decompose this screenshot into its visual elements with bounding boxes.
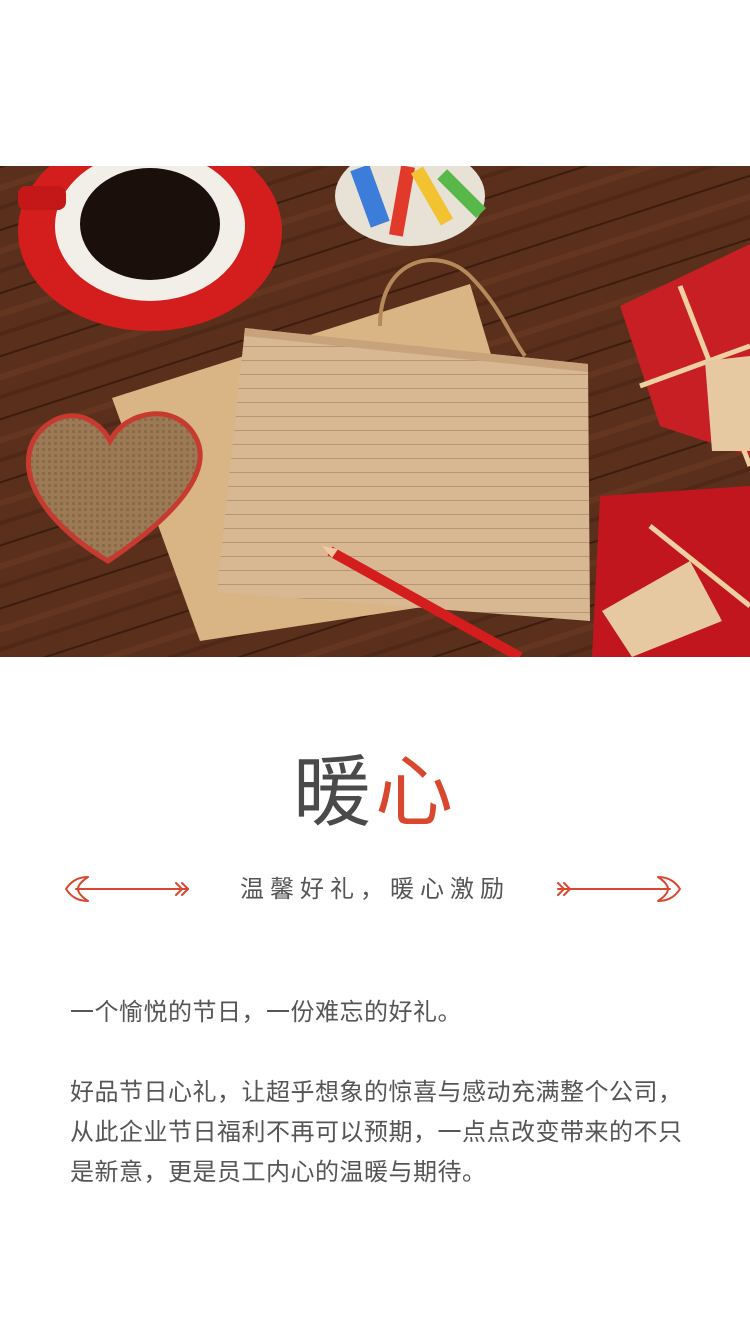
- decorative-arrow-right-icon: [557, 876, 681, 902]
- page-title: 暖心: [0, 748, 750, 838]
- hero-image: [0, 166, 750, 657]
- hero-photo: [0, 166, 750, 657]
- subtitle-row: 温馨好礼，暖心激励: [0, 866, 750, 912]
- intro-paragraph: 一个愉悦的节日，一份难忘的好礼。: [70, 998, 462, 1026]
- description-paragraph: 好品节日心礼，让超乎想象的惊喜与感动充满整个公司，从此企业节日福利不再可以预期，…: [70, 1078, 683, 1186]
- title-part-2: 心: [375, 748, 458, 838]
- title-part-1: 暖: [292, 748, 375, 838]
